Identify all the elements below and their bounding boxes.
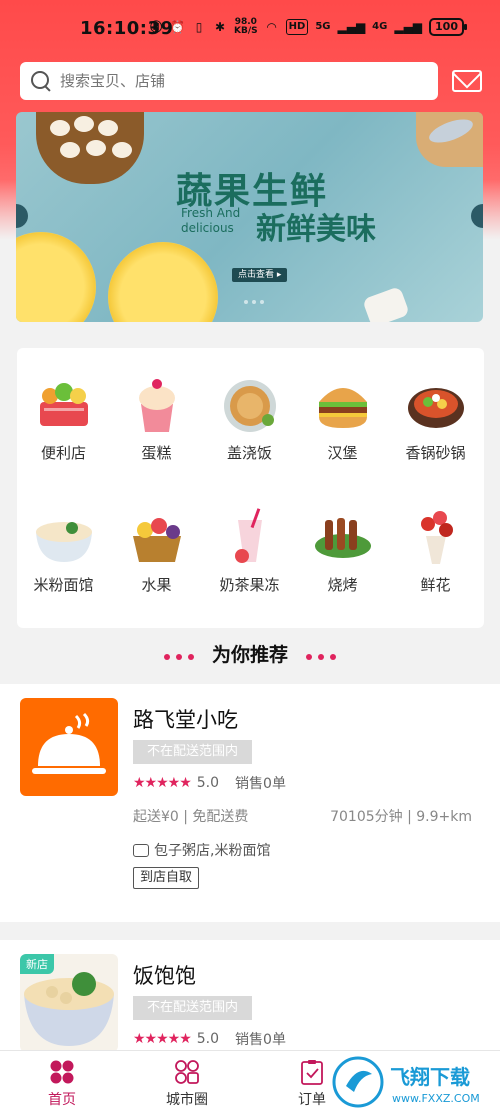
category-label: 汉堡 bbox=[327, 444, 358, 462]
category-label: 香锅砂锅 bbox=[405, 444, 466, 462]
shop-card[interactable]: 路飞堂小吃 不在配送范围内 ★★★★★ 5.0 销售0单 起送¥0 | 免配送费… bbox=[0, 684, 500, 922]
category-fruit[interactable]: 水果 bbox=[110, 506, 203, 595]
category-hotpot[interactable]: 香锅砂锅 bbox=[389, 374, 482, 463]
nav-label: 订单 bbox=[298, 1092, 326, 1108]
fruit-basket-icon bbox=[127, 506, 187, 566]
recommend-title: 为你推荐 bbox=[211, 644, 288, 666]
lemon-image bbox=[16, 232, 96, 322]
city-circle-icon bbox=[174, 1059, 200, 1085]
basket-icon bbox=[34, 374, 94, 434]
nav-label: 城市圈 bbox=[166, 1092, 208, 1108]
eggs-bowl-image bbox=[36, 112, 144, 184]
lemon-image bbox=[108, 242, 218, 322]
watermark-text: 飞翔下载 bbox=[390, 1065, 470, 1089]
bottle-image bbox=[362, 286, 410, 322]
category-label: 烧烤 bbox=[327, 576, 358, 594]
category-milk-tea[interactable]: 奶茶果冻 bbox=[203, 506, 296, 595]
carousel-dots bbox=[244, 300, 264, 304]
vibrate-icon: ▯ bbox=[195, 20, 203, 34]
recommend-header: 为你推荐 bbox=[0, 640, 500, 667]
shop-rating: ★★★★★ 5.0 销售0单 bbox=[133, 1029, 286, 1049]
shop-categories: 包子粥店,米粉面馆 bbox=[133, 840, 270, 860]
pickup-tag: 到店自取 bbox=[133, 867, 200, 889]
category-flowers[interactable]: 鲜花 bbox=[389, 506, 482, 595]
sales-count: 销售0单 bbox=[235, 776, 286, 792]
food-cloche-icon bbox=[32, 712, 106, 774]
search-icon bbox=[30, 70, 52, 92]
category-label: 米粉面馆 bbox=[33, 576, 94, 594]
delivery-fee: 起送¥0 | 免配送费 bbox=[133, 809, 249, 825]
hotpot-icon bbox=[406, 374, 466, 434]
category-label: 奶茶果冻 bbox=[219, 576, 280, 594]
alarm-icon: ⏰ bbox=[170, 20, 186, 34]
message-icon[interactable] bbox=[452, 70, 482, 92]
category-convenience-store[interactable]: 便利店 bbox=[17, 374, 110, 463]
signal-4g: 4G bbox=[372, 21, 388, 32]
rating-score: 5.0 bbox=[196, 775, 220, 791]
home-grid-icon bbox=[49, 1059, 75, 1085]
flower-bouquet-icon bbox=[406, 506, 466, 566]
bluetooth-icon: ✱ bbox=[215, 20, 226, 34]
delivery-distance: 70105分钟 | 9.9+km bbox=[330, 809, 472, 825]
nav-label: 首页 bbox=[48, 1092, 76, 1108]
banner-subtitle: 新鲜美味 bbox=[256, 212, 376, 247]
sales-count: 销售0单 bbox=[235, 1032, 286, 1048]
category-burger[interactable]: 汉堡 bbox=[296, 374, 389, 463]
signal-5g: 5G bbox=[315, 21, 331, 32]
new-shop-badge: 新店 bbox=[20, 954, 54, 974]
signal-bars-icon: ▂▄▆ bbox=[337, 20, 366, 34]
search-bar[interactable] bbox=[20, 62, 438, 100]
banner-view-button[interactable]: 点击查看 ▸ bbox=[232, 268, 288, 282]
shop-card[interactable]: 新店 饭饱饱 不在配送范围内 ★★★★★ 5.0 销售0单 bbox=[0, 940, 500, 1060]
category-label: 盖浇饭 bbox=[226, 444, 272, 462]
category-rice-bowl[interactable]: 盖浇饭 bbox=[203, 374, 296, 463]
fish-plate-image bbox=[416, 112, 483, 167]
category-label: 蛋糕 bbox=[141, 444, 172, 462]
shop-logo: 新店 bbox=[20, 954, 118, 1052]
net-speed: 98.0 KB/S bbox=[234, 17, 258, 36]
signal-bars-icon: ▂▄▆ bbox=[394, 20, 423, 34]
rating-score: 5.0 bbox=[196, 1031, 220, 1047]
shop-logo bbox=[20, 698, 118, 796]
battery-indicator: 100 bbox=[429, 18, 467, 36]
burger-icon bbox=[313, 374, 373, 434]
shop-name: 路飞堂小吃 bbox=[133, 708, 238, 732]
promo-banner[interactable]: 蔬果生鲜 Fresh And delicious 新鲜美味 点击查看 ▸ bbox=[16, 112, 483, 322]
nfc-icon: Ⓝ bbox=[150, 20, 163, 34]
nav-home[interactable]: 首页 bbox=[22, 1059, 102, 1109]
search-input[interactable] bbox=[60, 72, 400, 90]
category-label: 便利店 bbox=[40, 444, 86, 462]
cupcake-icon bbox=[127, 374, 187, 434]
watermark-url: www.FXXZ.COM bbox=[392, 1092, 480, 1105]
category-bbq[interactable]: 烧烤 bbox=[296, 506, 389, 595]
watermark-logo: 飞翔下载 www.FXXZ.COM bbox=[330, 1052, 496, 1112]
star-rating-icon: ★★★★★ bbox=[133, 775, 192, 791]
category-grid: 便利店 蛋糕 盖浇饭 汉堡 香锅砂锅 米粉面馆 水果 奶茶果冻 烧烤 鲜花 bbox=[17, 348, 484, 628]
delivery-status-badge: 不在配送范围内 bbox=[133, 740, 253, 764]
pancake-icon bbox=[220, 374, 280, 434]
shop-name: 饭饱饱 bbox=[133, 964, 196, 988]
star-rating-icon: ★★★★★ bbox=[133, 1031, 192, 1047]
delivery-status-badge: 不在配送范围内 bbox=[133, 996, 253, 1020]
shop-categories-text: 包子粥店,米粉面馆 bbox=[154, 843, 271, 859]
banner-english: Fresh And delicious bbox=[181, 206, 241, 235]
noodle-bowl-icon bbox=[34, 506, 94, 566]
shop-rating: ★★★★★ 5.0 销售0单 bbox=[133, 773, 286, 793]
category-noodles[interactable]: 米粉面馆 bbox=[17, 506, 110, 595]
category-label: 水果 bbox=[141, 576, 172, 594]
category-cake[interactable]: 蛋糕 bbox=[110, 374, 203, 463]
bbq-skewer-icon bbox=[313, 506, 373, 566]
nav-city-circle[interactable]: 城市圈 bbox=[147, 1059, 227, 1109]
shop-icon bbox=[133, 843, 149, 857]
status-bar: 16:10:39 Ⓝ ⏰ ▯ ✱ 98.0 KB/S ◠ HD 5G ▂▄▆ 4… bbox=[0, 0, 500, 56]
order-clipboard-icon bbox=[299, 1059, 325, 1085]
wifi-icon: ◠ bbox=[267, 20, 277, 34]
hd-badge: HD bbox=[285, 19, 309, 35]
category-label: 鲜花 bbox=[420, 576, 451, 594]
milk-tea-icon bbox=[220, 506, 280, 566]
status-icons: Ⓝ ⏰ ▯ ✱ 98.0 KB/S ◠ HD 5G ▂▄▆ 4G ▂▄▆ 100 bbox=[149, 17, 467, 36]
